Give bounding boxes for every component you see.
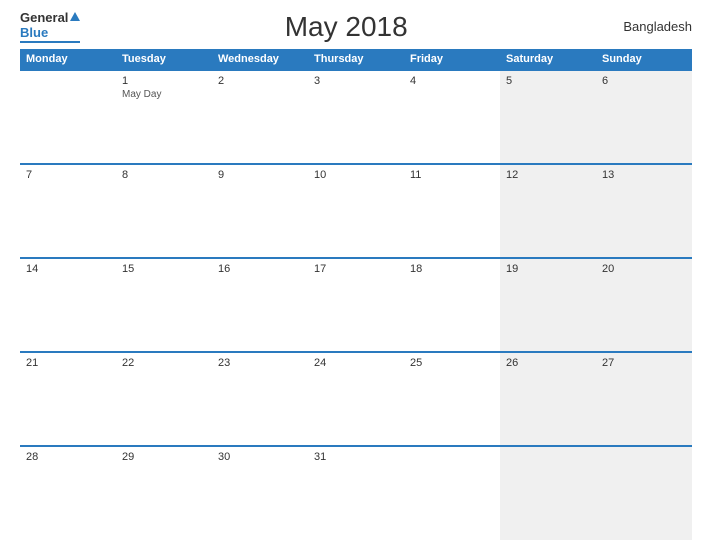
header-wednesday: Wednesday — [212, 49, 308, 70]
calendar-cell: 8 — [116, 164, 212, 258]
day-number: 13 — [602, 169, 686, 181]
day-number: 9 — [218, 169, 302, 181]
calendar-cell — [404, 446, 500, 540]
calendar-cell: 6 — [596, 70, 692, 164]
day-number: 28 — [26, 451, 110, 463]
calendar-cell: 24 — [308, 352, 404, 446]
calendar-table: Monday Tuesday Wednesday Thursday Friday… — [20, 49, 692, 540]
calendar-cell: 3 — [308, 70, 404, 164]
header-thursday: Thursday — [308, 49, 404, 70]
calendar-cell: 15 — [116, 258, 212, 352]
header-tuesday: Tuesday — [116, 49, 212, 70]
day-number: 30 — [218, 451, 302, 463]
weekday-header-row: Monday Tuesday Wednesday Thursday Friday… — [20, 49, 692, 70]
day-number: 19 — [506, 263, 590, 275]
calendar-cell: 25 — [404, 352, 500, 446]
calendar-cell: 11 — [404, 164, 500, 258]
day-number: 23 — [218, 357, 302, 369]
calendar-cell: 9 — [212, 164, 308, 258]
day-number: 29 — [122, 451, 206, 463]
logo-underline — [20, 41, 80, 43]
day-number: 11 — [410, 169, 494, 181]
calendar-cell: 4 — [404, 70, 500, 164]
day-event: May Day — [122, 89, 206, 100]
day-number: 15 — [122, 263, 206, 275]
calendar-cell: 13 — [596, 164, 692, 258]
calendar-week-row-3: 14 15 16 17 18 19 20 — [20, 258, 692, 352]
calendar-cell: 26 — [500, 352, 596, 446]
calendar-week-row-2: 789 10 11 12 13 — [20, 164, 692, 258]
calendar-header: General Blue May 2018 Bangladesh — [20, 10, 692, 43]
day-number: 14 — [26, 263, 110, 275]
calendar-cell: 29 — [116, 446, 212, 540]
logo-blue-text: Blue — [20, 25, 48, 40]
calendar-cell: 31 — [308, 446, 404, 540]
calendar-title: May 2018 — [80, 11, 612, 43]
header-monday: Monday — [20, 49, 116, 70]
calendar-cell — [596, 446, 692, 540]
day-number: 10 — [314, 169, 398, 181]
day-number: 22 — [122, 357, 206, 369]
calendar-cell: 23 — [212, 352, 308, 446]
calendar-cell: 10 — [308, 164, 404, 258]
calendar-cell — [20, 70, 116, 164]
day-number: 20 — [602, 263, 686, 275]
calendar-cell: 16 — [212, 258, 308, 352]
day-number: 3 — [314, 75, 398, 87]
calendar-week-row-4: 21 22 23 24 25 26 27 — [20, 352, 692, 446]
day-number: 6 — [602, 75, 686, 87]
day-number: 12 — [506, 169, 590, 181]
calendar-cell — [500, 446, 596, 540]
calendar-cell: 5 — [500, 70, 596, 164]
day-number: 8 — [122, 169, 206, 181]
country-label: Bangladesh — [612, 19, 692, 34]
day-number: 16 — [218, 263, 302, 275]
day-number: 18 — [410, 263, 494, 275]
header-saturday: Saturday — [500, 49, 596, 70]
day-number: 25 — [410, 357, 494, 369]
day-number: 4 — [410, 75, 494, 87]
day-number: 17 — [314, 263, 398, 275]
day-number: 2 — [218, 75, 302, 87]
day-number: 24 — [314, 357, 398, 369]
day-number: 21 — [26, 357, 110, 369]
calendar-cell: 21 — [20, 352, 116, 446]
calendar-cell: 2 — [212, 70, 308, 164]
calendar-cell: 12 — [500, 164, 596, 258]
day-number: 27 — [602, 357, 686, 369]
day-number: 7 — [26, 169, 110, 181]
calendar-cell: 7 — [20, 164, 116, 258]
calendar-cell: 22 — [116, 352, 212, 446]
header-sunday: Sunday — [596, 49, 692, 70]
day-number: 5 — [506, 75, 590, 87]
header-friday: Friday — [404, 49, 500, 70]
calendar-week-row-1: 1 May Day 23456 — [20, 70, 692, 164]
calendar-cell: 17 — [308, 258, 404, 352]
day-number: 26 — [506, 357, 590, 369]
calendar-cell: 19 — [500, 258, 596, 352]
calendar-cell: 18 — [404, 258, 500, 352]
calendar-week-row-5: 28 29 30 31 — [20, 446, 692, 540]
calendar-cell: 20 — [596, 258, 692, 352]
calendar-cell: 14 — [20, 258, 116, 352]
calendar-cell: 28 — [20, 446, 116, 540]
day-number: 1 — [122, 75, 206, 87]
logo: General Blue — [20, 10, 80, 43]
calendar-cell: 1 May Day — [116, 70, 212, 164]
logo-general-text: General — [20, 10, 68, 25]
calendar-cell: 30 — [212, 446, 308, 540]
page-wrapper: General Blue May 2018 Bangladesh Monday … — [0, 0, 712, 550]
day-number: 31 — [314, 451, 398, 463]
logo-triangle-icon — [70, 12, 80, 21]
calendar-cell: 27 — [596, 352, 692, 446]
